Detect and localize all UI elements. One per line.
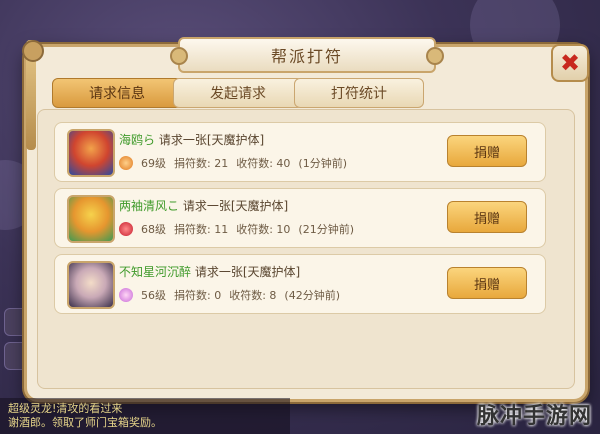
close-icon: ✖: [559, 49, 581, 77]
request-row: 两袖清风こ 请求一张[天魔护体] 68级 捐符数: 11 收符数: 10 (21…: [54, 188, 546, 248]
player-name: 不知星河沉醉: [119, 265, 192, 279]
received-count: 收符数: 40: [236, 157, 291, 170]
donate-button[interactable]: 捐赠: [447, 267, 527, 299]
request-time: (42分钟前): [284, 289, 340, 302]
donated-count: 捐符数: 11: [174, 223, 229, 236]
request-line: 两袖清风こ 请求一张[天魔护体]: [119, 197, 288, 214]
request-line: 不知星河沉醉 请求一张[天魔护体]: [119, 263, 300, 280]
donate-label: 捐赠: [473, 211, 500, 227]
player-level: 68级: [141, 223, 166, 236]
request-stats: 69级 捐符数: 21 收符数: 40 (1分钟前): [119, 155, 347, 171]
donated-count: 捐符数: 21: [174, 157, 229, 170]
request-row: 海鸥ら 请求一张[天魔护体] 69级 捐符数: 21 收符数: 40 (1分钟前…: [54, 122, 546, 182]
donate-button[interactable]: 捐赠: [447, 201, 527, 233]
player-level: 69级: [141, 157, 166, 170]
player-level: 56级: [141, 289, 166, 302]
donate-button[interactable]: 捐赠: [447, 135, 527, 167]
school-emblem-icon: [119, 222, 133, 236]
tab-request-info[interactable]: 请求信息: [52, 78, 182, 108]
request-stats: 56级 捐符数: 0 收符数: 8 (42分钟前): [119, 287, 340, 303]
donate-label: 捐赠: [473, 145, 500, 161]
received-count: 收符数: 8: [229, 289, 277, 302]
tab-talisman-stats[interactable]: 打符统计: [294, 78, 424, 108]
request-line: 海鸥ら 请求一张[天魔护体]: [119, 131, 264, 148]
tassel-knot-icon: [22, 40, 44, 62]
school-emblem-icon: [119, 156, 133, 170]
request-text: 请求一张[天魔护体]: [194, 265, 301, 279]
tab-label: 发起请求: [210, 86, 266, 102]
close-button[interactable]: ✖: [551, 44, 589, 82]
request-row: 不知星河沉醉 请求一张[天魔护体] 56级 捐符数: 0 收符数: 8 (42分…: [54, 254, 546, 314]
avatar: [67, 195, 115, 243]
request-text: 请求一张[天魔护体]: [158, 133, 265, 147]
request-time: (1分钟前): [298, 157, 347, 170]
avatar: [67, 129, 115, 177]
request-time: (21分钟前): [298, 223, 354, 236]
watermark: 脉冲手游网: [476, 404, 592, 429]
received-count: 收符数: 10: [236, 223, 291, 236]
dialog-title-text: 帮派打符: [270, 47, 343, 66]
request-text: 请求一张[天魔护体]: [182, 199, 289, 213]
tab-send-request[interactable]: 发起请求: [173, 78, 303, 108]
school-emblem-icon: [119, 288, 133, 302]
tab-label: 请求信息: [89, 86, 145, 102]
player-name: 两袖清风こ: [119, 199, 180, 213]
donated-count: 捐符数: 0: [174, 289, 222, 302]
request-stats: 68级 捐符数: 11 收符数: 10 (21分钟前): [119, 221, 354, 237]
donate-label: 捐赠: [473, 277, 500, 293]
chat-message: 谢酒郎。领取了师门宝箱奖励。: [8, 416, 162, 429]
avatar: [67, 261, 115, 309]
chat-strip[interactable]: 超级灵龙!清攻的看过来 谢酒郎。领取了师门宝箱奖励。: [0, 398, 290, 434]
player-name: 海鸥ら: [119, 133, 156, 147]
tab-label: 打符统计: [331, 86, 387, 102]
dialog-title: 帮派打符: [170, 37, 444, 73]
chat-message: 超级灵龙!清攻的看过来: [8, 402, 123, 415]
